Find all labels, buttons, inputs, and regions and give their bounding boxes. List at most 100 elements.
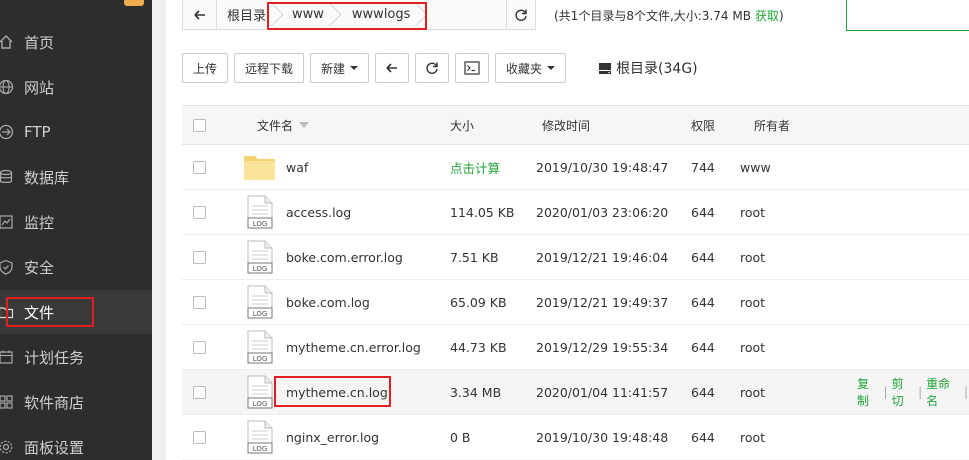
terminal-icon [464,61,480,75]
sidebar-item-settings[interactable]: 面板设置 [0,425,152,460]
sidebar-item-cron[interactable]: 计划任务 [0,335,152,379]
upload-button[interactable]: 上传 [182,53,229,83]
table-row[interactable]: LOG mytheme.cn.log 3.34 MB 2020/01/04 11… [182,370,969,415]
calendar-icon [0,347,16,367]
folder-icon [0,302,16,322]
table-row[interactable]: LOG boke.com.log 65.09 KB 2019/12/21 19:… [182,280,969,325]
separator: | [963,385,968,399]
sidebar-item-home[interactable]: 首页 [0,20,152,64]
path-back-button[interactable] [183,0,217,29]
file-mtime: 2019/12/21 19:49:37 [536,294,669,310]
row-checkbox[interactable] [193,370,206,414]
row-operations: 复制 | 剪切 | 重命名 | [857,370,969,414]
header-owner: 所有者 [754,106,790,144]
sort-down-icon [299,122,310,128]
table-row[interactable]: LOG nginx_error.log 0 B 2019/10/30 19:48… [182,415,969,460]
breadcrumb-root[interactable]: 根目录 [217,0,276,29]
header-size[interactable]: 大小 [450,106,474,144]
refresh-icon [515,9,527,21]
refresh-icon [426,62,438,74]
file-permission[interactable]: 644 [691,190,715,234]
remote-download-button[interactable]: 远程下载 [234,53,305,83]
favorites-dropdown-button[interactable]: 收藏夹 [495,53,567,83]
file-name[interactable]: mytheme.cn.error.log [286,325,421,369]
log-file-icon: LOG [247,370,273,414]
row-checkbox[interactable] [193,415,206,459]
file-name[interactable]: mytheme.cn.log [286,370,388,414]
button-label: 上传 [193,61,218,76]
sidebar-item-label: FTP [24,123,51,141]
refresh-button[interactable] [415,53,450,83]
ftp-icon [0,122,16,142]
file-owner: root [740,339,766,355]
search-input[interactable] [846,0,969,31]
table-row[interactable]: LOG mytheme.cn.error.log 44.73 KB 2019/1… [182,325,969,370]
file-permission[interactable]: 644 [691,235,715,279]
file-table: 文件名 大小 修改时间 权限 所有者 waf 点击计算 2019/10/30 1… [182,105,969,460]
file-type-label: LOG [253,220,268,228]
file-name[interactable]: access.log [286,190,351,234]
file-permission[interactable]: 644 [691,370,715,414]
file-name[interactable]: waf [286,145,308,189]
cut-link[interactable]: 剪切 [892,375,915,409]
breadcrumb-www[interactable]: www [276,0,334,29]
sidebar-item-database[interactable]: 数据库 [0,155,152,199]
sidebar-item-label: 监控 [24,213,55,232]
file-owner: root [740,294,766,310]
copy-link[interactable]: 复制 [857,375,880,409]
calc-size-link[interactable]: 点击计算 [450,145,500,189]
header-filename[interactable]: 文件名 [257,106,310,144]
header-label: 大小 [450,118,475,133]
hard-disk-icon [599,63,612,74]
sidebar-item-security[interactable]: 安全 [0,245,152,289]
row-checkbox[interactable] [193,235,206,279]
select-all-checkbox[interactable] [193,106,206,144]
file-mtime: 2019/12/29 19:55:34 [536,339,669,355]
file-size: 0 B [450,429,471,445]
sidebar-item-ftp[interactable]: FTP [0,110,152,154]
back-button[interactable] [375,53,410,83]
file-type-label: LOG [253,445,268,453]
file-type-label: LOG [253,310,268,318]
file-name[interactable]: boke.com.error.log [286,235,403,279]
sidebar-item-files[interactable]: 文件 [0,290,152,334]
table-row[interactable]: LOG boke.com.error.log 7.51 KB 2019/12/2… [182,235,969,280]
terminal-button[interactable] [455,53,490,83]
file-permission[interactable]: 744 [691,145,715,189]
log-file-icon: LOG [247,415,273,459]
row-checkbox[interactable] [193,325,206,369]
toolbar: 上传 远程下载 新建 收藏夹 根目录(34G) [182,53,698,83]
breadcrumb-label: wwwlogs [351,7,411,22]
file-manager-panel: 根目录 www wwwlogs (共1个目录与8个文件,大小:3.74 MB 获取… [166,0,969,460]
header-mtime[interactable]: 修改时间 [542,106,590,144]
get-size-link[interactable]: 获取 [755,9,779,23]
breadcrumb-label: www [292,7,324,22]
sidebar-item-monitor[interactable]: 监控 [0,200,152,244]
file-permission[interactable]: 644 [691,280,715,324]
table-row[interactable]: waf 点击计算 2019/10/30 19:48:47 744 www [182,145,969,190]
caret-down-icon [547,66,556,70]
file-name[interactable]: nginx_error.log [286,415,379,459]
path-refresh-button[interactable] [506,0,536,30]
new-dropdown-button[interactable]: 新建 [310,53,370,83]
caret-down-icon [350,66,359,70]
sidebar-item-store[interactable]: 软件商店 [0,380,152,424]
header-permission: 权限 [691,106,715,144]
sidebar-item-label: 计划任务 [24,348,85,367]
sidebar-item-website[interactable]: 网站 [0,65,152,109]
file-mtime: 2019/12/21 19:46:04 [536,249,669,265]
breadcrumb-wwwlogs[interactable]: wwwlogs [334,0,421,29]
file-name[interactable]: boke.com.log [286,280,370,324]
rename-link[interactable]: 重命名 [926,375,960,409]
home-icon [0,32,16,52]
row-checkbox[interactable] [193,280,206,324]
row-checkbox[interactable] [193,145,206,189]
shield-icon [0,257,16,277]
row-checkbox[interactable] [193,190,206,234]
disk-selector[interactable]: 根目录(34G) [598,58,698,78]
file-permission[interactable]: 644 [691,415,715,459]
table-row[interactable]: LOG access.log 114.05 KB 2020/01/03 23:0… [182,190,969,235]
file-permission[interactable]: 644 [691,325,715,369]
header-label: 权限 [691,118,716,133]
file-owner: www [740,159,771,175]
